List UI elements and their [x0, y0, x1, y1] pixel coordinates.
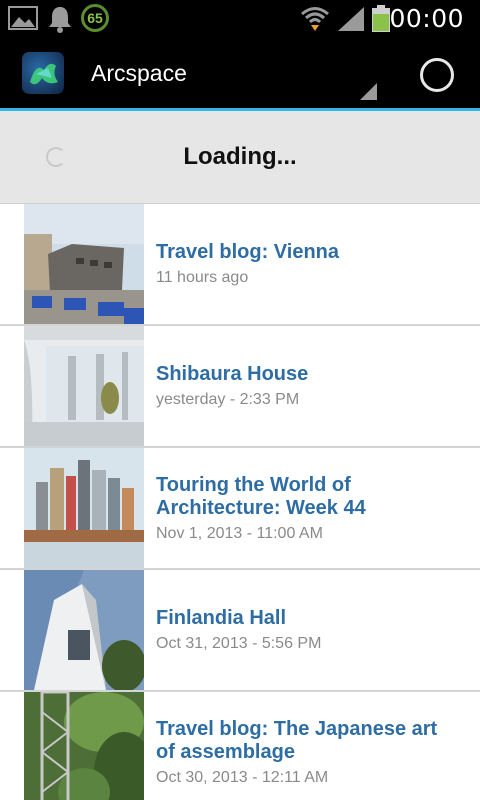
article-title: Finlandia Hall [156, 607, 287, 629]
article-date: yesterday - 2:33 PM [156, 391, 300, 408]
wifi-icon [300, 5, 330, 38]
notification-badge: 65 [81, 4, 109, 32]
dropdown-indicator-icon[interactable] [360, 83, 377, 100]
list-item-text: Touring the World of Architecture: Week … [156, 448, 460, 568]
article-date: Oct 31, 2013 - 5:56 PM [156, 635, 322, 652]
article-title: Touring the World of Architecture: Week … [156, 473, 366, 519]
status-bar: 65 00:00 [0, 0, 480, 38]
article-title: Shibaura House [156, 363, 309, 385]
signal-icon [336, 5, 366, 38]
article-title: Travel blog: The Japanese art of assembl… [156, 717, 438, 763]
bell-icon [47, 5, 73, 38]
gallery-icon [8, 5, 38, 36]
refresh-icon[interactable] [420, 58, 454, 92]
action-bar: Arcspace [0, 38, 480, 108]
list-item[interactable]: Travel blog: The Japanese art of assembl… [0, 692, 480, 800]
article-thumbnail [24, 204, 144, 324]
list-item-text: Travel blog: Vienna 11 hours ago [156, 204, 460, 324]
list-item[interactable]: Finlandia Hall Oct 31, 2013 - 5:56 PM [0, 570, 480, 692]
list-item-text: Finlandia Hall Oct 31, 2013 - 5:56 PM [156, 570, 460, 690]
loading-banner: Loading... [0, 111, 480, 204]
list-item-text: Shibaura House yesterday - 2:33 PM [156, 326, 460, 446]
app-title: Arcspace [91, 60, 187, 86]
article-date: Nov 1, 2013 - 11:00 AM [156, 524, 323, 542]
list-item[interactable]: Travel blog: Vienna 11 hours ago [0, 204, 480, 326]
article-date: 11 hours ago [156, 269, 249, 286]
article-date: Oct 30, 2013 - 12:11 AM [156, 768, 329, 786]
list-item[interactable]: Touring the World of Architecture: Week … [0, 448, 480, 570]
article-title: Travel blog: Vienna [156, 241, 340, 263]
app-logo-icon[interactable] [22, 52, 64, 94]
article-thumbnail [24, 570, 144, 690]
article-thumbnail [24, 692, 144, 800]
status-time: 00:00 [389, 4, 464, 33]
list-item[interactable]: Shibaura House yesterday - 2:33 PM [0, 326, 480, 448]
loading-text: Loading... [183, 143, 297, 170]
list-item-text: Travel blog: The Japanese art of assembl… [156, 692, 460, 800]
article-thumbnail [24, 326, 144, 446]
article-thumbnail [24, 448, 144, 568]
article-list: Travel blog: Vienna 11 hours ago Shibaur… [0, 204, 480, 800]
